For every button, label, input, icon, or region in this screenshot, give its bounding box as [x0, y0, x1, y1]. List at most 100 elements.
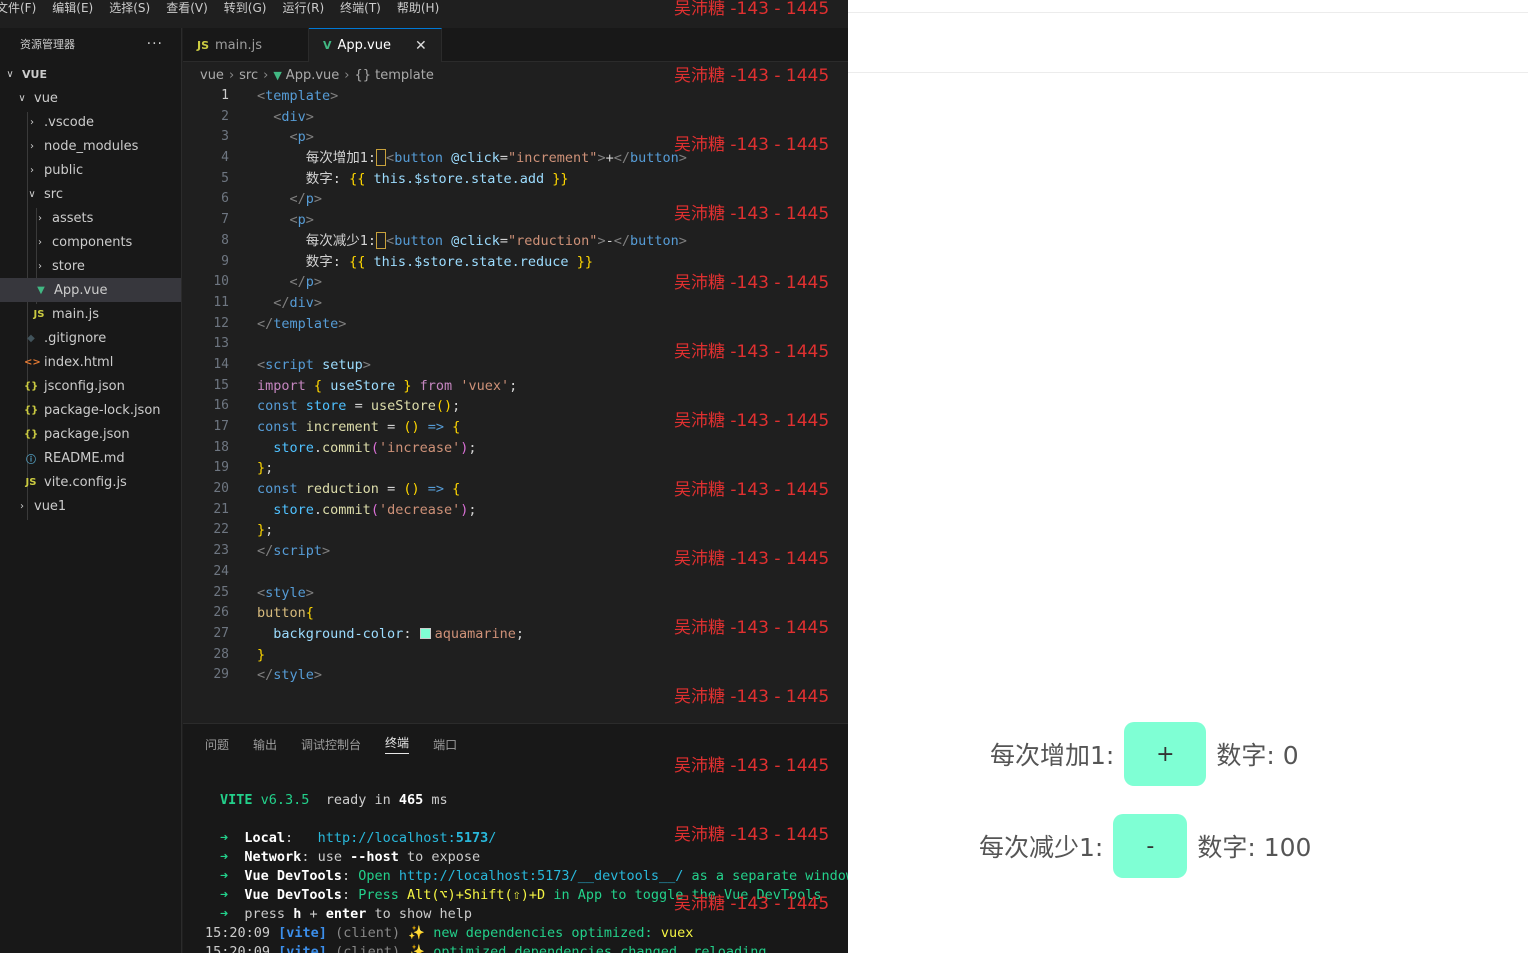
menu-view[interactable]: 查看(V) [166, 0, 208, 16]
code-line-11: </div> [273, 294, 323, 311]
code-line-26: button{ [257, 605, 314, 622]
terminal-line-help: ➜ press h + enter to show help [220, 906, 473, 922]
more-actions-icon[interactable]: ··· [147, 36, 163, 52]
menu-run[interactable]: 运行(R) [282, 0, 324, 16]
tree-file-main-js[interactable]: JS main.js [0, 302, 181, 326]
code-line-2: <div> [273, 108, 314, 125]
chevron-right-icon: › [38, 260, 42, 272]
menu-edit[interactable]: 编辑(E) [52, 0, 93, 16]
reduction-button[interactable]: - [1113, 814, 1188, 878]
tree-file-vite-config[interactable]: JS vite.config.js [0, 470, 181, 494]
explorer-header: 资源管理器 ··· [0, 28, 181, 60]
close-icon[interactable]: ✕ [415, 38, 427, 54]
menu-goto[interactable]: 转到(G) [224, 0, 267, 16]
tree-folder-assets[interactable]: › assets [0, 206, 181, 230]
code-line-18: store.commit('increase'); [273, 439, 477, 456]
increment-label: 每次增加1: [990, 741, 1115, 770]
menu-bar: 文件(F) 编辑(E) 选择(S) 查看(V) 转到(G) 运行(R) 终端(T… [0, 0, 848, 16]
code-line-27: background-color: aquamarine; [273, 625, 525, 642]
chevron-down-icon: ∨ [28, 188, 36, 200]
breadcrumb-app-vue[interactable]: App.vue [286, 68, 339, 83]
menu-help[interactable]: 帮助(H) [397, 0, 439, 16]
vue-file-icon: ▼ [37, 284, 45, 296]
code-line-9: 数字: {{ this.$store.state.reduce }} [305, 253, 593, 270]
explorer-sidebar: 资源管理器 ··· ∨ VUE ∨ vue › .vscode › node_modul… [0, 28, 182, 953]
json-file-icon: {} [24, 428, 39, 440]
terminal-line-log2: 15:20:09 [vite] (client) ✨ optimized dep… [205, 944, 767, 953]
js-file-icon: JS [33, 308, 45, 320]
reduction-label: 每次减少1: [979, 833, 1104, 862]
code-line-4: 每次增加1: <button @click="increment">+</butt… [305, 149, 687, 167]
terminal-line-log1: 15:20:09 [vite] (client) ✨ new dependenc… [205, 925, 694, 941]
code-line-1: <template> [257, 88, 339, 104]
tab-terminal[interactable]: 终端 [385, 734, 410, 754]
tree-root-vue[interactable]: ∨ VUE [0, 62, 181, 86]
code-line-15: import { useStore } from 'vuex'; [257, 377, 518, 394]
breadcrumb-src[interactable]: src [239, 68, 258, 83]
chevron-right-icon: › [228, 67, 235, 83]
json-file-icon: {} [24, 404, 39, 416]
chevron-right-icon: › [263, 67, 269, 83]
chevron-right-icon: › [30, 116, 34, 128]
chevron-right-icon: › [30, 140, 34, 152]
tree-file-index-html[interactable]: <> index.html [0, 350, 181, 374]
tree-folder-vscode[interactable]: › .vscode [0, 110, 181, 134]
tree-file-gitignore[interactable]: ◆ .gitignore [0, 326, 181, 350]
increment-button[interactable]: + [1124, 722, 1207, 786]
chevron-right-icon: › [38, 212, 42, 224]
code-line-22: }; [257, 522, 274, 539]
tab-app-vue[interactable]: V App.vue ✕ [309, 28, 442, 62]
code-line-23: </script> [257, 543, 331, 560]
terminal-line-devtools-toggle: ➜ Vue DevTools: Press Alt(⌥)+Shift(⇧)+D … [220, 887, 822, 903]
tree-folder-components[interactable]: › components [0, 230, 181, 254]
tree-folder-public[interactable]: › public [0, 158, 181, 182]
reduction-row: 每次减少1: - 数字: 100 [979, 814, 1311, 878]
tab-ports[interactable]: 端口 [433, 736, 457, 753]
code-line-8: 每次减少1: <button @click="reduction">-</butt… [305, 231, 687, 249]
terminal-line-devtools: ➜ Vue DevTools: Open http://localhost:51… [220, 868, 848, 884]
tab-debug-console[interactable]: 调试控制台 [301, 736, 361, 753]
breadcrumb-template[interactable]: {} template [354, 68, 433, 83]
chevron-right-icon: › [20, 500, 24, 512]
editor-tabs: JS main.js V App.vue ✕ [183, 28, 848, 62]
divider [848, 72, 1528, 73]
code-editor[interactable]: <template> <div> <p> 每次增加1: <button @clic… [257, 86, 847, 686]
tree-file-package-lock[interactable]: {} package-lock.json [0, 398, 181, 422]
code-line-19: }; [257, 460, 274, 477]
vue-file-icon: V [323, 39, 332, 52]
menu-file[interactable]: 文件(F) [0, 0, 36, 16]
increment-row: 每次增加1: + 数字: 0 [990, 722, 1299, 786]
chevron-right-icon: › [30, 164, 34, 176]
code-line-7: <p> [289, 212, 314, 229]
code-line-3: <p> [289, 129, 314, 146]
breadcrumb-vue[interactable]: vue [200, 68, 224, 83]
code-line-10: </p> [289, 274, 323, 291]
info-file-icon: ⓘ [26, 454, 36, 466]
tree-folder-node-modules[interactable]: › node_modules [0, 134, 181, 158]
tab-problems[interactable]: 问题 [205, 736, 229, 753]
terminal-line-local: ➜ Local: http://localhost:5173/ [220, 830, 497, 846]
terminal-line-ready: VITE v6.3.5 ready in 465 ms [220, 792, 448, 808]
tree-folder-store[interactable]: › store [0, 254, 181, 278]
code-line-12: </template> [257, 315, 347, 332]
tab-main-js[interactable]: JS main.js [183, 28, 310, 62]
menu-selection[interactable]: 选择(S) [109, 0, 150, 16]
menu-terminal[interactable]: 终端(T) [340, 0, 381, 16]
chevron-right-icon: › [38, 236, 42, 248]
tree-folder-vue1[interactable]: › vue1 [0, 494, 181, 518]
json-file-icon: {} [24, 380, 39, 392]
color-swatch-icon[interactable] [419, 627, 431, 639]
tree-file-package-json[interactable]: {} package.json [0, 422, 181, 446]
terminal-line-network: ➜ Network: use --host to expose [220, 849, 481, 865]
tree-file-readme[interactable]: ⓘ README.md [0, 446, 181, 470]
add-value: 数字: 0 [1216, 741, 1299, 770]
tree-file-app-vue[interactable]: ▼ App.vue [0, 278, 181, 302]
breadcrumb: vue › src › ▼ App.vue › {} template [200, 64, 434, 86]
tree-file-jsconfig[interactable]: {} jsconfig.json [0, 374, 181, 398]
tree-folder-vue[interactable]: ∨ vue [0, 86, 181, 110]
tree-folder-src[interactable]: ∨ src [0, 182, 181, 206]
vue-file-icon: ▼ [273, 68, 282, 82]
tab-output[interactable]: 输出 [253, 736, 277, 753]
